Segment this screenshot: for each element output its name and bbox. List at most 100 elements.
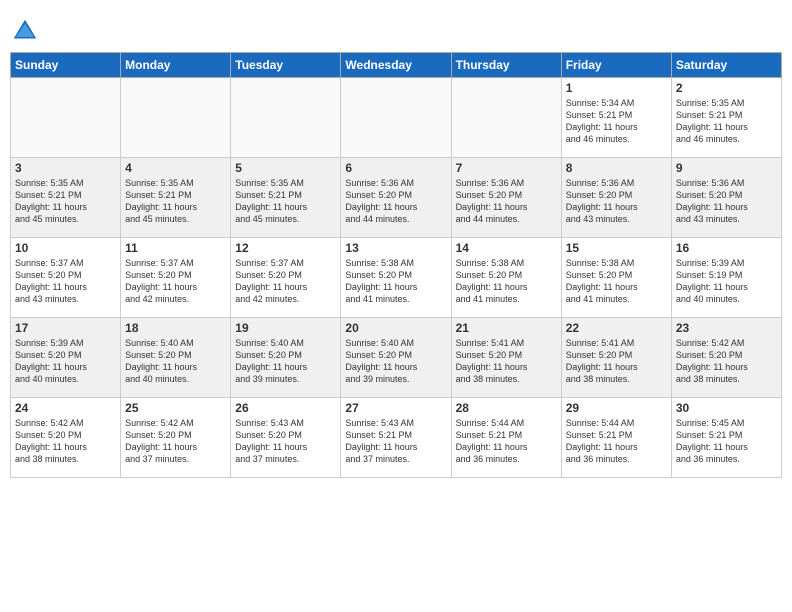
calendar-cell: 11 Sunrise: 5:37 AMSunset: 5:20 PMDayligh… [121, 238, 231, 318]
day-info: Sunrise: 5:43 AMSunset: 5:21 PMDaylight:… [345, 417, 446, 466]
calendar-cell: 20 Sunrise: 5:40 AMSunset: 5:20 PMDayligh… [341, 318, 451, 398]
day-number: 7 [456, 161, 557, 175]
day-info: Sunrise: 5:40 AMSunset: 5:20 PMDaylight:… [345, 337, 446, 386]
day-info: Sunrise: 5:35 AMSunset: 5:21 PMDaylight:… [235, 177, 336, 226]
calendar-cell: 25Sunrise: 5:42 AMSunset: 5:20 PMDayligh… [121, 398, 231, 478]
day-number: 24 [15, 401, 116, 415]
calendar-cell: 7 Sunrise: 5:36 AMSunset: 5:20 PMDaylight… [451, 158, 561, 238]
day-info: Sunrise: 5:40 AMSunset: 5:20 PMDaylight:… [125, 337, 226, 386]
day-info: Sunrise: 5:37 AMSunset: 5:20 PMDaylight:… [235, 257, 336, 306]
weekday-header-tuesday: Tuesday [231, 53, 341, 78]
day-number: 13 [345, 241, 446, 255]
day-info: Sunrise: 5:42 AMSunset: 5:20 PMDaylight:… [15, 417, 116, 466]
day-number: 28 [456, 401, 557, 415]
weekday-header-monday: Monday [121, 53, 231, 78]
day-number: 9 [676, 161, 777, 175]
calendar-cell [451, 78, 561, 158]
day-number: 18 [125, 321, 226, 335]
calendar-cell: 4Sunrise: 5:35 AMSunset: 5:21 PMDaylight… [121, 158, 231, 238]
day-number: 21 [456, 321, 557, 335]
weekday-header-friday: Friday [561, 53, 671, 78]
weekday-header-sunday: Sunday [11, 53, 121, 78]
day-info: Sunrise: 5:41 AMSunset: 5:20 PMDaylight:… [456, 337, 557, 386]
calendar-cell: 10 Sunrise: 5:37 AMSunset: 5:20 PMDayligh… [11, 238, 121, 318]
day-info: Sunrise: 5:42 AMSunset: 5:20 PMDaylight:… [676, 337, 777, 386]
day-number: 27 [345, 401, 446, 415]
calendar-cell: 5 Sunrise: 5:35 AMSunset: 5:21 PMDaylight… [231, 158, 341, 238]
day-info: Sunrise: 5:39 AMSunset: 5:19 PMDaylight:… [676, 257, 777, 306]
day-info: Sunrise: 5:45 AMSunset: 5:21 PMDaylight:… [676, 417, 777, 466]
calendar-cell: 18 Sunrise: 5:40 AMSunset: 5:20 PMDayligh… [121, 318, 231, 398]
day-number: 22 [566, 321, 667, 335]
day-number: 6 [345, 161, 446, 175]
calendar-cell: 15 Sunrise: 5:38 AMSunset: 5:20 PMDayligh… [561, 238, 671, 318]
day-info: Sunrise: 5:37 AMSunset: 5:20 PMDaylight:… [125, 257, 226, 306]
day-info: Sunrise: 5:43 AMSunset: 5:20 PMDaylight:… [235, 417, 336, 466]
calendar-cell: 28 Sunrise: 5:44 AMSunset: 5:21 PMDayligh… [451, 398, 561, 478]
calendar-cell: 26 Sunrise: 5:43 AMSunset: 5:20 PMDayligh… [231, 398, 341, 478]
day-number: 15 [566, 241, 667, 255]
day-number: 10 [15, 241, 116, 255]
calendar-cell: 16 Sunrise: 5:39 AMSunset: 5:19 PMDayligh… [671, 238, 781, 318]
day-number: 5 [235, 161, 336, 175]
calendar-cell: 30 Sunrise: 5:45 AMSunset: 5:21 PMDayligh… [671, 398, 781, 478]
calendar-cell: 29 Sunrise: 5:44 AMSunset: 5:21 PMDayligh… [561, 398, 671, 478]
day-number: 20 [345, 321, 446, 335]
calendar-week-row: 24 Sunrise: 5:42 AMSunset: 5:20 PMDayligh… [11, 398, 782, 478]
day-info: Sunrise: 5:35 AMSunset: 5:21 PMDaylight:… [125, 177, 226, 226]
calendar-cell [11, 78, 121, 158]
day-number: 26 [235, 401, 336, 415]
calendar-week-row: 17Sunrise: 5:39 AMSunset: 5:20 PMDayligh… [11, 318, 782, 398]
day-info: Sunrise: 5:37 AMSunset: 5:20 PMDaylight:… [15, 257, 116, 306]
day-info: Sunrise: 5:36 AMSunset: 5:20 PMDaylight:… [566, 177, 667, 226]
day-number: 19 [235, 321, 336, 335]
calendar-week-row: 3 Sunrise: 5:35 AMSunset: 5:21 PMDaylight… [11, 158, 782, 238]
calendar-cell [341, 78, 451, 158]
logo [10, 16, 42, 46]
day-number: 14 [456, 241, 557, 255]
calendar-cell: 17Sunrise: 5:39 AMSunset: 5:20 PMDayligh… [11, 318, 121, 398]
day-number: 30 [676, 401, 777, 415]
day-info: Sunrise: 5:44 AMSunset: 5:21 PMDaylight:… [566, 417, 667, 466]
calendar-cell: 14 Sunrise: 5:38 AMSunset: 5:20 PMDayligh… [451, 238, 561, 318]
calendar-cell: 9 Sunrise: 5:36 AMSunset: 5:20 PMDaylight… [671, 158, 781, 238]
weekday-header-thursday: Thursday [451, 53, 561, 78]
day-number: 11 [125, 241, 226, 255]
day-info: Sunrise: 5:34 AMSunset: 5:21 PMDaylight:… [566, 97, 667, 146]
day-info: Sunrise: 5:38 AMSunset: 5:20 PMDaylight:… [456, 257, 557, 306]
day-info: Sunrise: 5:44 AMSunset: 5:21 PMDaylight:… [456, 417, 557, 466]
calendar-cell: 21 Sunrise: 5:41 AMSunset: 5:20 PMDayligh… [451, 318, 561, 398]
weekday-header-row: SundayMondayTuesdayWednesdayThursdayFrid… [11, 53, 782, 78]
day-info: Sunrise: 5:38 AMSunset: 5:20 PMDaylight:… [345, 257, 446, 306]
calendar-cell [231, 78, 341, 158]
day-number: 12 [235, 241, 336, 255]
calendar-cell: 12 Sunrise: 5:37 AMSunset: 5:20 PMDayligh… [231, 238, 341, 318]
calendar-cell: 3 Sunrise: 5:35 AMSunset: 5:21 PMDaylight… [11, 158, 121, 238]
calendar-cell: 13 Sunrise: 5:38 AMSunset: 5:20 PMDayligh… [341, 238, 451, 318]
day-info: Sunrise: 5:35 AMSunset: 5:21 PMDaylight:… [15, 177, 116, 226]
day-info: Sunrise: 5:36 AMSunset: 5:20 PMDaylight:… [456, 177, 557, 226]
calendar-cell: 1Sunrise: 5:34 AMSunset: 5:21 PMDaylight… [561, 78, 671, 158]
day-number: 25 [125, 401, 226, 415]
calendar-cell: 27 Sunrise: 5:43 AMSunset: 5:21 PMDayligh… [341, 398, 451, 478]
calendar-cell: 8Sunrise: 5:36 AMSunset: 5:20 PMDaylight… [561, 158, 671, 238]
day-info: Sunrise: 5:36 AMSunset: 5:20 PMDaylight:… [676, 177, 777, 226]
calendar-cell: 24 Sunrise: 5:42 AMSunset: 5:20 PMDayligh… [11, 398, 121, 478]
day-number: 29 [566, 401, 667, 415]
calendar-cell [121, 78, 231, 158]
calendar-cell: 22 Sunrise: 5:41 AMSunset: 5:20 PMDayligh… [561, 318, 671, 398]
day-number: 16 [676, 241, 777, 255]
day-number: 17 [15, 321, 116, 335]
day-info: Sunrise: 5:35 AMSunset: 5:21 PMDaylight:… [676, 97, 777, 146]
logo-icon [10, 16, 40, 46]
calendar-table: SundayMondayTuesdayWednesdayThursdayFrid… [10, 52, 782, 478]
day-info: Sunrise: 5:40 AMSunset: 5:20 PMDaylight:… [235, 337, 336, 386]
calendar-week-row: 10 Sunrise: 5:37 AMSunset: 5:20 PMDayligh… [11, 238, 782, 318]
day-info: Sunrise: 5:41 AMSunset: 5:20 PMDaylight:… [566, 337, 667, 386]
day-info: Sunrise: 5:38 AMSunset: 5:20 PMDaylight:… [566, 257, 667, 306]
calendar-cell: 19 Sunrise: 5:40 AMSunset: 5:20 PMDayligh… [231, 318, 341, 398]
calendar-week-row: 1Sunrise: 5:34 AMSunset: 5:21 PMDaylight… [11, 78, 782, 158]
day-number: 2 [676, 81, 777, 95]
weekday-header-wednesday: Wednesday [341, 53, 451, 78]
day-number: 3 [15, 161, 116, 175]
